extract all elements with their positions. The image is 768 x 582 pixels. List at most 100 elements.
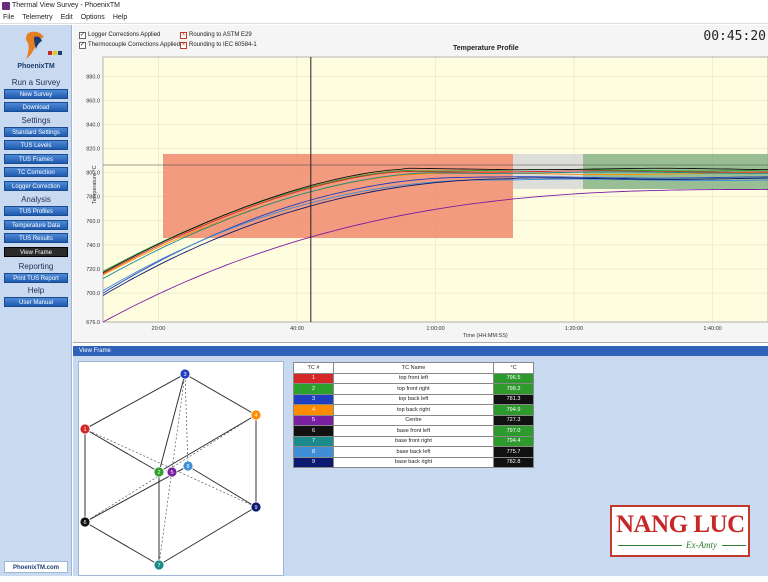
tus-profiles-button[interactable]: TUS Profiles xyxy=(4,206,68,216)
tc-markers: 1 2 3 4 5 6 7 8 9 xyxy=(79,368,262,571)
tc-row[interactable]: 9 base back right 782.8 xyxy=(293,456,534,468)
window-titlebar: Thermal View Survey - PhoenixTM xyxy=(0,0,768,12)
heading-run-survey: Run a Survey xyxy=(11,78,61,87)
tc-temperature: 794.9 xyxy=(493,404,534,416)
user-manual-button[interactable]: User Manual xyxy=(4,297,68,307)
new-survey-button[interactable]: New Survey xyxy=(4,89,68,99)
phoenix-bird-icon xyxy=(26,31,62,59)
y-tick-label: 820.0 xyxy=(86,147,100,153)
menu-options[interactable]: Options xyxy=(81,12,105,23)
menu-file[interactable]: File xyxy=(3,12,14,23)
tc-marker-label: 3 xyxy=(183,372,186,378)
tc-name: top back right xyxy=(333,404,494,416)
tc-row[interactable]: 3 top back left 781.3 xyxy=(293,393,534,405)
tc-marker-label: 9 xyxy=(254,505,257,511)
menu-bar: File Telemetry Edit Options Help xyxy=(0,12,768,24)
tc-row[interactable]: 4 top back right 794.9 xyxy=(293,404,534,416)
tc-marker-label: 7 xyxy=(157,563,160,569)
col-tc-num: TC # xyxy=(293,362,334,374)
logger-correction-button[interactable]: Logger Correction xyxy=(4,181,68,191)
tc-name: base back right xyxy=(333,456,494,468)
tc-marker-label: 5 xyxy=(170,470,173,476)
heading-analysis: Analysis xyxy=(21,195,51,204)
website-link[interactable]: PhoenixTM.com xyxy=(4,561,68,573)
tc-temperature: 781.3 xyxy=(493,393,534,405)
tc-name: top front right xyxy=(333,383,494,395)
tc-table: TC # TC Name °C 1 top front left 796.5 2 top… xyxy=(293,362,534,468)
tc-temperature: 782.8 xyxy=(493,456,534,468)
tc-temperature: 727.3 xyxy=(493,414,534,426)
view-frame-button[interactable]: View Frame xyxy=(4,247,68,257)
nangluc-rule-2 xyxy=(722,545,746,546)
furnace-frame-panel: 1 2 3 4 5 6 7 8 9 xyxy=(78,361,284,576)
tc-number: 4 xyxy=(293,404,334,416)
tc-name: base front left xyxy=(333,425,494,437)
tc-correction-button[interactable]: TC Correction xyxy=(4,167,68,177)
x-axis-label: Time (HH:MM:SS) xyxy=(463,333,508,339)
tc-temperature: 797.0 xyxy=(493,425,534,437)
heading-help: Help xyxy=(27,286,45,295)
tc-row[interactable]: 5 Centre 727.3 xyxy=(293,414,534,426)
temperature-data-button[interactable]: Temperature Data xyxy=(4,220,68,230)
y-tick-label: 860.0 xyxy=(86,98,100,104)
standard-settings-button[interactable]: Standard Settings xyxy=(4,127,68,137)
col-temp: °C xyxy=(493,362,534,374)
tc-marker-label: 2 xyxy=(157,470,160,476)
x-tick-label: 1:00:00 xyxy=(426,326,444,332)
heading-reporting: Reporting xyxy=(18,262,54,271)
tc-row[interactable]: 2 top front right 798.3 xyxy=(293,383,534,395)
y-tick-label: 760.0 xyxy=(86,219,100,225)
tc-number: 6 xyxy=(293,425,334,437)
logo-text: PhoenixTM xyxy=(17,63,55,70)
nangluc-logo-text: NANG LUC xyxy=(616,511,745,538)
tc-number: 9 xyxy=(293,456,334,468)
nangluc-logo: NANG LUC Ex-Amty xyxy=(610,505,750,557)
nangluc-rule xyxy=(618,545,682,546)
download-button[interactable]: Download xyxy=(4,102,68,112)
tc-row[interactable]: 7 base front right 794.4 xyxy=(293,435,534,447)
x-tick-label: 20:00 xyxy=(152,326,166,332)
window-title: Thermal View Survey - PhoenixTM xyxy=(12,2,121,9)
y-tick-label: 700.0 xyxy=(86,291,100,297)
tc-number: 3 xyxy=(293,393,334,405)
tc-marker-label: 4 xyxy=(254,413,257,419)
tc-name: top back left xyxy=(333,393,494,405)
tc-name: top front left xyxy=(333,372,494,384)
tc-temperature: 796.5 xyxy=(493,372,534,384)
x-tick-label: 1:20:00 xyxy=(565,326,583,332)
nangluc-logo-sub: Ex-Amty xyxy=(686,540,717,550)
app-icon xyxy=(2,2,10,10)
furnace-frame-diagram[interactable]: 1 2 3 4 5 6 7 8 9 xyxy=(79,362,285,577)
tc-name: base front right xyxy=(333,435,494,447)
menu-telemetry[interactable]: Telemetry xyxy=(22,12,52,23)
print-tus-report-button[interactable]: Print TUS Report xyxy=(4,273,68,283)
y-tick-label: 676.0 xyxy=(86,320,100,326)
temperature-profile-chart[interactable]: 676.0700.0720.0740.0760.0780.0800.0820.0… xyxy=(73,25,768,343)
tc-temperature: 794.4 xyxy=(493,435,534,447)
tc-number: 2 xyxy=(293,383,334,395)
tc-table-body: 1 top front left 796.5 2 top front right 798.… xyxy=(293,372,534,468)
x-ticks: 20:00 40:00 1:00:00 1:20:00 1:40:00 xyxy=(152,326,722,332)
tc-marker-label: 8 xyxy=(186,464,189,470)
tc-row[interactable]: 8 base back left 775.7 xyxy=(293,446,534,458)
tc-row[interactable]: 6 base front left 797.0 xyxy=(293,425,534,437)
tc-number: 8 xyxy=(293,446,334,458)
x-tick-label: 40:00 xyxy=(290,326,304,332)
heading-settings: Settings xyxy=(21,116,51,125)
tc-number: 1 xyxy=(293,372,334,384)
tc-name: Centre xyxy=(333,414,494,426)
tc-row[interactable]: 1 top front left 796.5 xyxy=(293,372,534,384)
tc-name: base back left xyxy=(333,446,494,458)
tus-levels-button[interactable]: TUS Levels xyxy=(4,140,68,150)
menu-help[interactable]: Help xyxy=(113,12,127,23)
y-tick-label: 740.0 xyxy=(86,243,100,249)
y-tick-label: 720.0 xyxy=(86,267,100,273)
phoenix-logo: PhoenixTM xyxy=(4,29,68,73)
tus-results-button[interactable]: TUS Results xyxy=(4,233,68,243)
tc-number: 7 xyxy=(293,435,334,447)
menu-edit[interactable]: Edit xyxy=(61,12,73,23)
tc-temperature: 798.3 xyxy=(493,383,534,395)
tus-frames-button[interactable]: TUS Frames xyxy=(4,154,68,164)
tc-temperature: 775.7 xyxy=(493,446,534,458)
tc-marker-label: 1 xyxy=(83,427,86,433)
